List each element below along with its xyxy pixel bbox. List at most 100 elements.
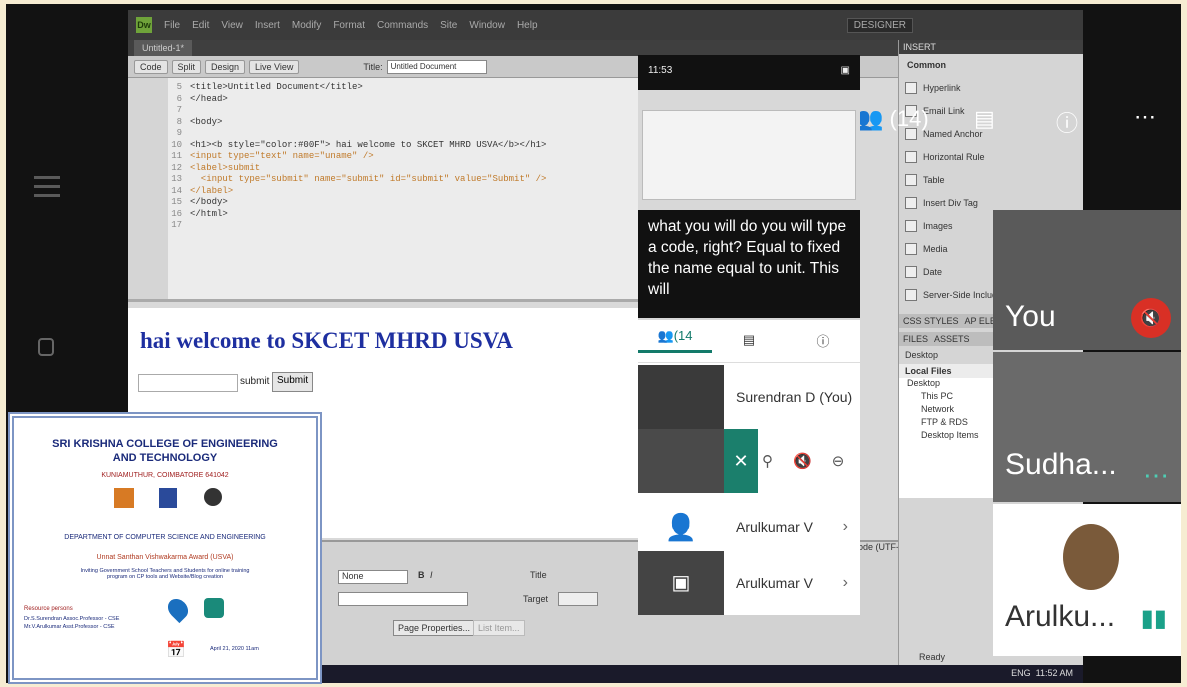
- line-number: 14: [171, 185, 182, 196]
- insert-item[interactable]: Hyperlink: [899, 76, 1083, 99]
- menu-help[interactable]: Help: [517, 20, 538, 31]
- menu-view[interactable]: View: [221, 20, 243, 31]
- code-text: <input type="text" name="uname" />: [190, 151, 374, 161]
- insert-item-icon: [905, 196, 917, 209]
- italic-button[interactable]: I: [430, 570, 433, 580]
- menu-icon[interactable]: [34, 170, 60, 203]
- class-select[interactable]: None: [338, 570, 408, 584]
- participant-row[interactable]: ▣ Arulkumar V ›: [638, 551, 860, 615]
- seal-icon: [204, 488, 222, 506]
- target-select[interactable]: [558, 592, 598, 606]
- line-number: 8: [176, 116, 182, 127]
- menu-commands[interactable]: Commands: [377, 20, 428, 31]
- video-tile-you[interactable]: You 🔇: [993, 210, 1181, 350]
- calendar-icon: 📅: [166, 642, 186, 659]
- tab-chat[interactable]: ▤: [712, 332, 786, 348]
- presentation-icon: ▣: [638, 551, 724, 615]
- menu-format[interactable]: Format: [333, 20, 365, 31]
- more-options-icon[interactable]: ⋯: [1134, 104, 1156, 130]
- avatar: 👤: [664, 511, 698, 542]
- insert-item[interactable]: Table: [899, 168, 1083, 191]
- code-line: 13 <input type="submit" name="submit" id…: [168, 174, 546, 186]
- info-icon[interactable]: ⓘ: [1056, 106, 1078, 138]
- poster-invite: Inviting Government School Teachers and …: [80, 568, 250, 580]
- participant-row[interactable]: 👤 Arulkumar V ›: [638, 495, 860, 559]
- menu-window[interactable]: Window: [469, 20, 505, 31]
- participant-row[interactable]: Surendran D (You): [638, 365, 860, 429]
- remove-icon[interactable]: ⊖: [832, 452, 845, 470]
- chevron-right-icon[interactable]: ›: [843, 518, 860, 536]
- poster-resource-label: Resource persons: [24, 606, 73, 612]
- taskbar-clock: ENG 11:52 AM: [1011, 668, 1073, 678]
- speaking-icon: ▮▮: [1140, 605, 1167, 632]
- participant-video: [638, 429, 724, 493]
- mute-icon[interactable]: 🔇: [793, 452, 812, 470]
- design-view-button[interactable]: Design: [205, 59, 246, 74]
- link-input[interactable]: [338, 592, 468, 606]
- line-number: 12: [171, 162, 182, 173]
- pin-icon[interactable]: ⚲: [762, 452, 773, 470]
- menu-modify[interactable]: Modify: [292, 20, 321, 31]
- line-number: 17: [171, 220, 182, 230]
- participant-row[interactable]: ✕ ⚲ 🔇 ⊖: [638, 429, 860, 493]
- participant-name: Arulkumar V: [736, 519, 814, 535]
- insert-panel-header: INSERT: [899, 40, 1083, 54]
- page-properties-button[interactable]: Page Properties...: [393, 620, 476, 636]
- video-tile-sudha[interactable]: Sudha... ⋯: [993, 352, 1181, 502]
- design-submit-button[interactable]: Submit: [272, 372, 314, 392]
- code-text: <input type="submit" name="submit" id="s…: [190, 174, 547, 184]
- title-input[interactable]: Untitled Document: [386, 59, 487, 74]
- tab-people[interactable]: 👥(14: [638, 328, 712, 353]
- line-number: 16: [171, 208, 182, 219]
- phone-tabs: 👥(14 ▤ ⓘ: [638, 318, 860, 363]
- more-options-icon[interactable]: ⋯: [1143, 460, 1169, 491]
- insert-item-label: Email Link: [923, 105, 965, 116]
- video-tile-arulkumar[interactable]: Arulku... ▮▮: [993, 504, 1181, 656]
- bold-button[interactable]: B: [418, 570, 425, 580]
- people-button[interactable]: 👥 (14): [856, 106, 929, 132]
- code-line: 6 </head>: [168, 94, 546, 106]
- poster-college-2: AND TECHNOLOGY: [112, 452, 218, 464]
- insert-item[interactable]: Horizontal Rule: [899, 145, 1083, 168]
- menu-site[interactable]: Site: [440, 20, 457, 31]
- emblem-icon: [114, 488, 134, 508]
- files-status: Ready: [919, 652, 946, 662]
- participant-name: Surendran D (You): [736, 389, 853, 405]
- close-icon[interactable]: ✕: [724, 429, 758, 493]
- poster-person-1: Dr.S.Surendran Assoc.Professor - CSE: [24, 616, 120, 622]
- line-number: 15: [171, 197, 182, 207]
- live-view-button[interactable]: Live View: [249, 59, 300, 74]
- phone-time: 11:53: [648, 65, 673, 76]
- insert-item-icon: [905, 81, 917, 94]
- tile-name: You: [1005, 300, 1056, 333]
- insert-item-label: Hyperlink: [923, 82, 961, 93]
- tile-name: Arulku...: [1005, 600, 1116, 633]
- code-line: 14 </label>: [168, 186, 546, 198]
- insert-item-icon: [905, 219, 917, 232]
- tile-name: Sudha...: [1005, 448, 1117, 481]
- chat-icon[interactable]: ▤: [974, 106, 995, 132]
- live-caption: what you will do you will type a code, r…: [638, 210, 860, 318]
- line-number: 7: [176, 105, 182, 115]
- workspace-switcher[interactable]: DESIGNER: [846, 17, 913, 33]
- code-gutter: [128, 78, 168, 299]
- poster-department: DEPARTMENT OF COMPUTER SCIENCE AND ENGIN…: [64, 534, 266, 541]
- code-view-button[interactable]: Code: [134, 59, 168, 74]
- design-text-input[interactable]: [138, 374, 238, 392]
- split-view-button[interactable]: Split: [171, 59, 202, 74]
- tab-info[interactable]: ⓘ: [786, 331, 860, 350]
- code-text: <h1><b style="color:#00F"> hai welcome t…: [190, 139, 547, 150]
- code-text: </body>: [190, 197, 228, 207]
- overview-icon[interactable]: [38, 338, 54, 356]
- menu-file[interactable]: File: [164, 20, 180, 31]
- menu-edit[interactable]: Edit: [192, 20, 209, 31]
- assets-tab[interactable]: ASSETS: [934, 334, 970, 344]
- menu-insert[interactable]: Insert: [255, 20, 280, 31]
- css-styles-tab[interactable]: CSS STYLES: [903, 316, 959, 326]
- chevron-right-icon[interactable]: ›: [843, 574, 860, 592]
- document-tab[interactable]: Untitled-1*: [134, 40, 193, 56]
- insert-category-select[interactable]: Common: [899, 54, 1083, 76]
- files-tab[interactable]: FILES: [903, 334, 928, 344]
- code-pane[interactable]: 5 <title>Untitled Document</title> 6 </head…: [128, 78, 638, 302]
- list-item-button[interactable]: List Item...: [473, 620, 525, 636]
